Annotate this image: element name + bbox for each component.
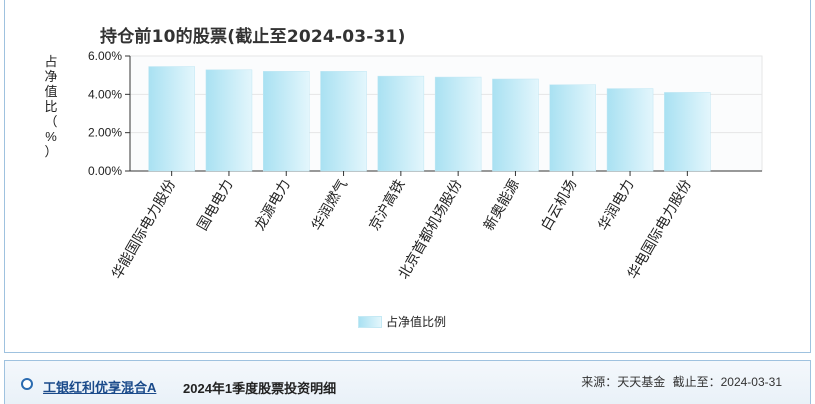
bar-chart: 0.00% 2.00% 4.00% 6.00% 华能国际电力股份 国电电力 龙源电力 华润燃气… [88, 49, 763, 282]
legend[interactable]: 占净值比例 [358, 313, 446, 330]
legend-swatch [358, 315, 382, 328]
x-tick-label: 华电国际电力股份 [625, 177, 695, 282]
bar [263, 71, 310, 172]
bar [549, 84, 596, 172]
x-tick-label: 白云机场 [538, 177, 580, 233]
y-tick-label: 6.00% [88, 49, 122, 63]
x-tick-label: 龙源电力 [252, 177, 294, 233]
bar [434, 76, 482, 172]
x-tick-label: 华润电力 [596, 177, 638, 233]
source-info: 来源：天天基金 截止至：2024-03-31 [577, 373, 782, 390]
y-tick-label: 0.00% [88, 164, 122, 178]
bar [148, 66, 195, 172]
fund-name-link[interactable]: 工银红利优享混合A [43, 377, 156, 396]
bar [492, 78, 539, 172]
legend-label: 占净值比例 [386, 315, 447, 329]
bar [377, 75, 425, 172]
bullet-icon [21, 378, 33, 390]
as-of-date: 截止至：2024-03-31 [672, 375, 782, 389]
x-tick-label: 京沪高铁 [366, 177, 409, 234]
source-label: 来源：天天基金 [581, 375, 666, 389]
x-tick-label: 新奥能源 [480, 177, 523, 234]
x-tick-label: 华能国际电力股份 [109, 177, 179, 282]
footer-bar: 工银红利优享混合A 2024年1季度股票投资明细 来源：天天基金 截止至：202… [4, 360, 811, 404]
y-tick-label: 2.00% [88, 126, 122, 140]
x-tick-label: 华润燃气 [308, 177, 351, 234]
y-tick-label: 4.00% [88, 87, 122, 101]
bar [320, 71, 367, 172]
report-title: 2024年1季度股票投资明细 [183, 381, 337, 396]
bar [205, 69, 253, 172]
bar [664, 92, 711, 172]
x-tick-label: 国电电力 [195, 177, 237, 233]
x-tick-label: 北京首都机场股份 [396, 177, 466, 282]
bar [606, 88, 654, 172]
